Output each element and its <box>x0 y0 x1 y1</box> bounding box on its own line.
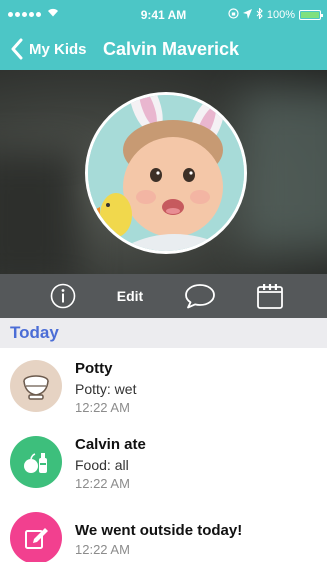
chevron-left-icon <box>11 38 23 60</box>
baby-photo-icon <box>88 95 244 251</box>
rotation-lock-icon <box>228 8 239 22</box>
battery-percent: 100% <box>266 9 295 21</box>
status-bar: 9:41 AM 100% <box>0 0 327 30</box>
item-title: Potty <box>75 360 113 377</box>
item-detail: Food: all <box>75 457 129 473</box>
item-detail: Potty: wet <box>75 381 137 397</box>
profile-header <box>0 70 327 274</box>
avatar[interactable] <box>85 92 247 254</box>
potty-icon <box>10 360 62 412</box>
list-item[interactable]: We went outside today! 12:22 AM <box>0 508 327 562</box>
info-button[interactable] <box>48 281 78 311</box>
edit-label: Edit <box>116 288 144 304</box>
profile-toolbar: Edit <box>0 274 327 318</box>
back-label: My Kids <box>29 40 87 58</box>
item-title: We went outside today! <box>75 522 243 539</box>
item-time: 12:22 AM <box>75 476 130 491</box>
battery-icon <box>299 10 323 20</box>
calendar-icon <box>257 284 283 309</box>
edit-button[interactable]: Edit <box>110 281 150 311</box>
nav-bar: My Kids Calvin Maverick <box>0 30 327 70</box>
item-title: Calvin ate <box>75 436 146 453</box>
status-right: 100% <box>228 7 323 22</box>
section-header-today: Today <box>0 318 327 348</box>
item-time: 12:22 AM <box>75 400 130 415</box>
chat-bubble-icon <box>185 284 215 309</box>
list-item[interactable]: Potty Potty: wet 12:22 AM <box>0 356 327 426</box>
message-button[interactable] <box>183 281 217 311</box>
calendar-button[interactable] <box>254 281 286 311</box>
info-icon <box>50 283 76 309</box>
location-icon <box>242 8 252 22</box>
item-time: 12:22 AM <box>75 542 130 557</box>
list-item[interactable]: Calvin ate Food: all 12:22 AM <box>0 432 327 502</box>
back-button[interactable]: My Kids <box>10 38 87 60</box>
note-pencil-icon <box>10 512 62 562</box>
bluetooth-icon <box>256 7 263 22</box>
page-title: Calvin Maverick <box>103 39 240 59</box>
food-icon <box>10 436 62 488</box>
